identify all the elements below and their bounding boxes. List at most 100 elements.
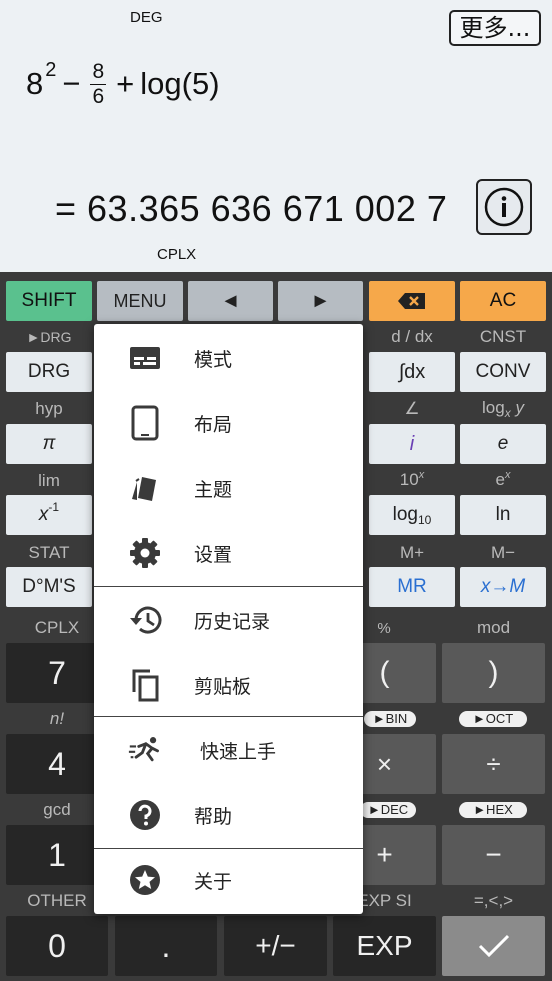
modulo-label: mod <box>476 618 511 637</box>
menu-item-theme[interactable]: 主题 <box>94 456 363 520</box>
palette-icon <box>128 471 162 505</box>
expression[interactable]: 82 − 8 6 + log(5) <box>26 52 220 116</box>
log-base-label-text: log <box>482 398 505 417</box>
exp-key[interactable]: EXP <box>333 916 436 976</box>
power-of-ten-label: 10x <box>369 469 455 490</box>
info-icon <box>484 187 524 227</box>
right-paren-key[interactable]: ) <box>442 643 545 703</box>
result-value: = 63.365 636 671 002 7 <box>55 188 448 229</box>
tablet-icon <box>128 405 162 441</box>
exp-e-base: e <box>495 470 505 489</box>
negate-key[interactable]: +/− <box>224 916 327 976</box>
exp-e-exponent: x <box>504 469 511 481</box>
menu-item-label: 快速上手 <box>200 740 277 763</box>
shift-key[interactable]: SHIFT <box>6 281 92 321</box>
log10-text: log <box>392 504 418 525</box>
expression-exponent: 2 <box>45 58 57 81</box>
ln-key[interactable]: ln <box>460 495 546 535</box>
menu-divider <box>94 716 363 717</box>
menu-item-label: 剪贴板 <box>194 675 252 698</box>
equals-key[interactable] <box>442 916 545 976</box>
menu-item-mode[interactable]: 模式 <box>94 326 363 390</box>
menu-item-settings[interactable]: 设置 <box>94 521 363 585</box>
compare-label: =,<,> <box>473 891 514 910</box>
fraction-numerator: 8 <box>90 59 107 85</box>
cursor-right-key[interactable]: ► <box>278 281 363 321</box>
limit-label: lim <box>38 471 60 490</box>
drg-key[interactable]: DRG <box>6 352 92 392</box>
log-base-label: logx y <box>460 398 546 420</box>
log10-subscript: 10 <box>418 513 432 527</box>
menu-item-label: 帮助 <box>194 805 233 828</box>
constants-label: CNST <box>479 327 527 346</box>
integral-key[interactable]: ∫dx <box>369 352 455 392</box>
mode-icon <box>128 341 162 375</box>
log10-key[interactable]: log 10 <box>369 495 455 535</box>
convert-key[interactable]: CONV <box>460 352 546 392</box>
menu-divider <box>94 586 363 587</box>
hyperbolic-label: hyp <box>35 399 63 418</box>
menu-item-label: 关于 <box>194 870 233 893</box>
menu-item-label: 设置 <box>194 543 233 566</box>
menu-item-label: 模式 <box>194 348 233 371</box>
log-base-arg: y <box>515 398 524 417</box>
factorial-label: n! <box>49 709 65 728</box>
expression-plus: + <box>116 66 135 101</box>
hex-label: ►HEX <box>459 802 527 818</box>
imaginary-key[interactable]: i <box>369 424 455 464</box>
divide-key[interactable]: ÷ <box>442 734 545 794</box>
menu-key[interactable]: MENU <box>97 281 183 321</box>
digit-0-key[interactable]: 0 <box>6 916 108 976</box>
star-icon <box>128 863 162 897</box>
help-icon <box>128 798 162 832</box>
log-base-subscript: x <box>504 406 511 420</box>
reciprocal-key[interactable]: x -1 <box>6 495 92 535</box>
power-of-ten-base: 10 <box>399 470 419 489</box>
binary-label: ►BIN <box>364 711 416 727</box>
complex-mode-indicator: CPLX <box>157 246 197 263</box>
expression-log: log(5) <box>140 66 220 101</box>
clipboard-icon <box>128 668 162 702</box>
other-label: OTHER <box>27 891 87 910</box>
all-clear-key[interactable]: AC <box>460 281 546 321</box>
expression-base: 8 <box>26 66 44 101</box>
statistics-label: STAT <box>28 543 70 562</box>
digit-7-key[interactable]: 7 <box>6 643 108 703</box>
octal-label: ►OCT <box>459 711 527 727</box>
store-memory-key[interactable]: x→M <box>460 567 546 607</box>
history-icon <box>128 603 162 637</box>
gcd-label: gcd <box>43 800 71 819</box>
menu-item-about[interactable]: 关于 <box>94 848 363 912</box>
more-button[interactable]: 更多... <box>449 10 541 46</box>
power-of-ten-exponent: x <box>418 469 425 481</box>
menu-item-label: 主题 <box>194 478 233 501</box>
cursor-left-key[interactable]: ◄ <box>188 281 273 321</box>
digit-4-key[interactable]: 4 <box>6 734 108 794</box>
expression-minus: − <box>62 66 81 101</box>
backspace-icon <box>398 293 425 309</box>
memory-recall-key[interactable]: MR <box>369 567 455 607</box>
minus-key[interactable]: − <box>442 825 545 885</box>
expression-fraction: 8 6 <box>90 59 107 109</box>
euler-key[interactable]: e <box>460 424 546 464</box>
menu-item-help[interactable]: 帮助 <box>94 783 363 847</box>
decimal-point-key[interactable]: . <box>115 916 217 976</box>
memory-plus-label: M+ <box>399 543 425 562</box>
complex-label: CPLX <box>34 618 80 637</box>
degrees-minutes-seconds-key[interactable]: D°M'S <box>6 567 92 607</box>
angle-mode-indicator: DEG <box>130 9 163 26</box>
running-icon <box>128 733 162 767</box>
fraction-denominator: 6 <box>92 84 105 108</box>
more-menu: 模式 布局 主题 设置 历史记录 剪贴板 快速上手 帮助 关于 <box>94 324 363 914</box>
derivative-label: d / dx <box>391 327 433 346</box>
pi-key[interactable]: π <box>6 424 92 464</box>
exp-e-label: ex <box>460 469 546 490</box>
menu-item-quick-start[interactable]: 快速上手 <box>94 718 363 782</box>
menu-item-label: 历史记录 <box>194 610 271 633</box>
backspace-key[interactable] <box>369 281 455 321</box>
info-button[interactable] <box>476 179 532 235</box>
menu-item-history[interactable]: 历史记录 <box>94 588 363 652</box>
menu-item-clipboard[interactable]: 剪贴板 <box>94 653 363 717</box>
menu-item-layout[interactable]: 布局 <box>94 391 363 455</box>
digit-1-key[interactable]: 1 <box>6 825 108 885</box>
